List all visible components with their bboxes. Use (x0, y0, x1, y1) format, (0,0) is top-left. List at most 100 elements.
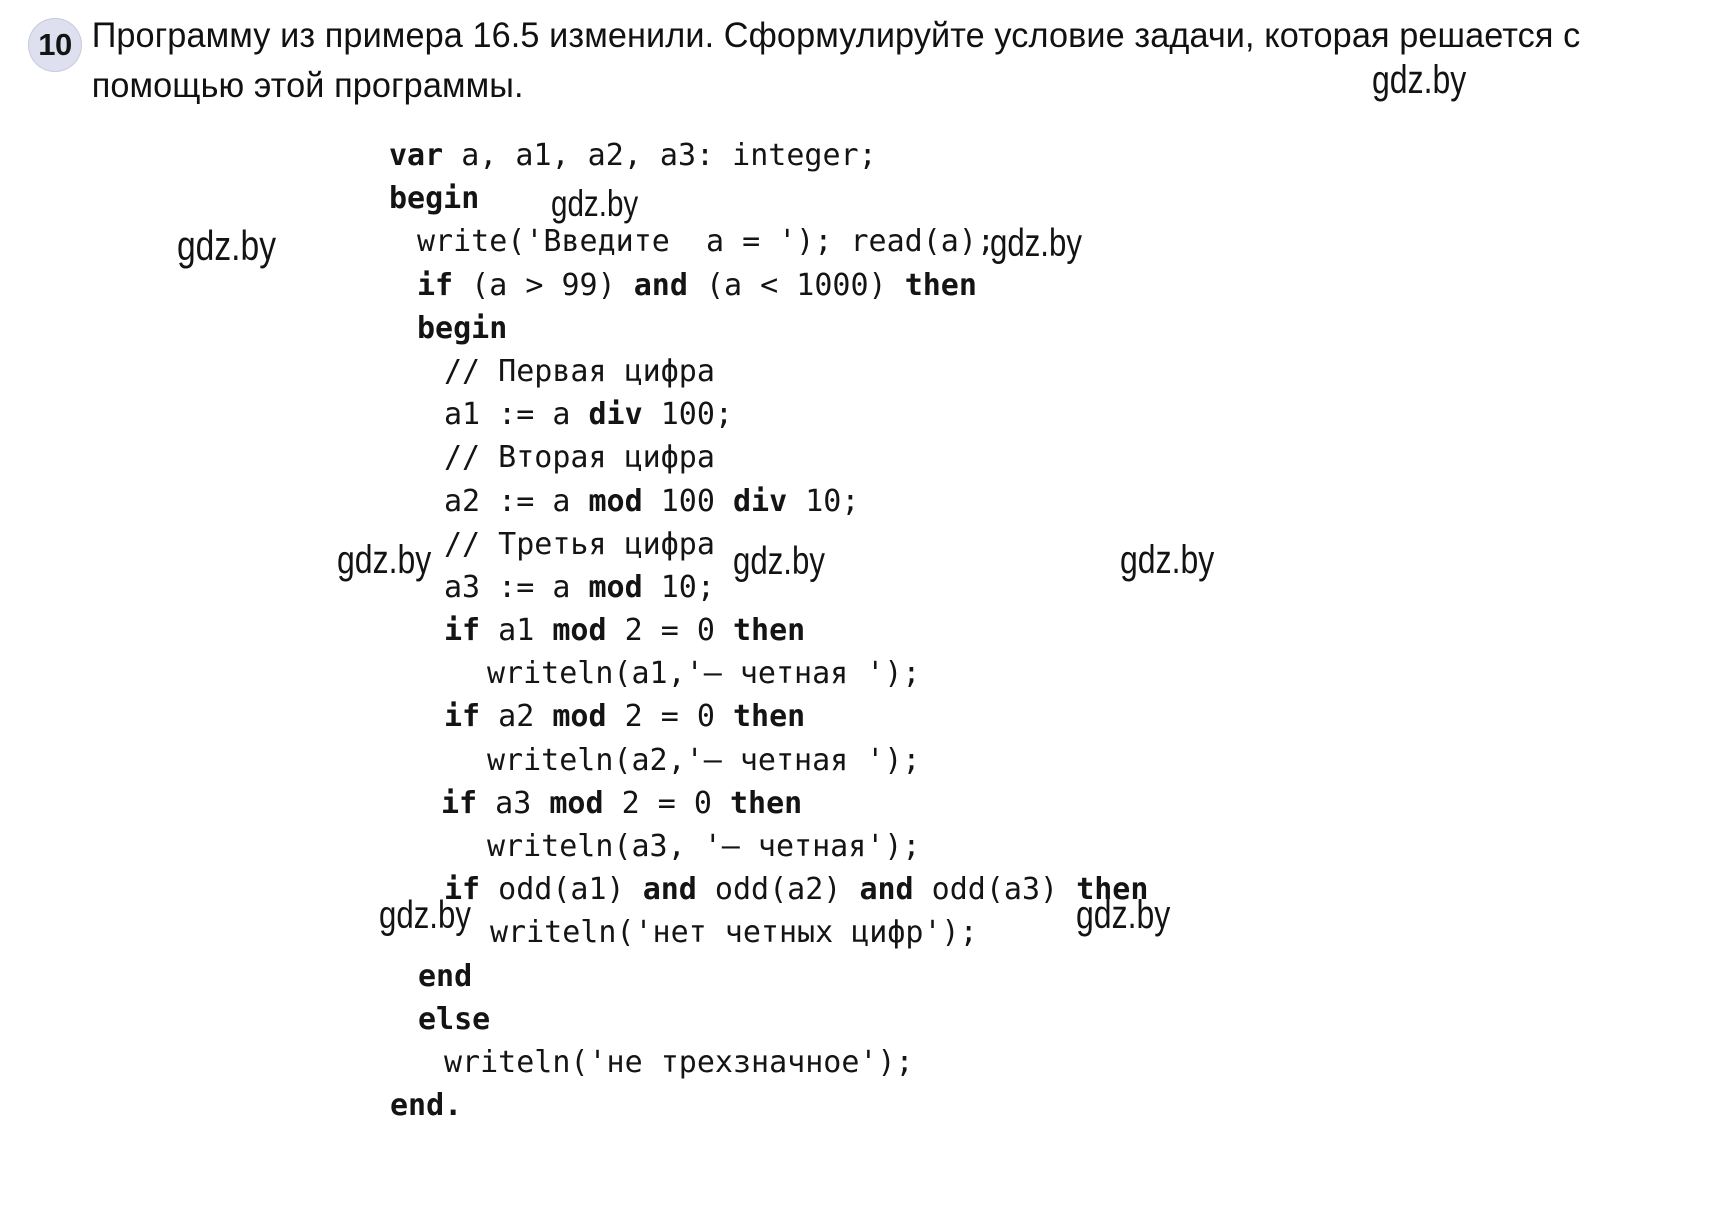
code-line-text: writeln('нет четных цифр'); (490, 911, 978, 954)
code-text: a1 := a (444, 397, 589, 433)
code-keyword: end. (390, 1088, 463, 1124)
code-text: writeln(a2,'— четная '); (487, 742, 921, 778)
code-keyword: var (389, 138, 444, 173)
code-keyword: then (733, 699, 806, 735)
code-keyword: if (444, 699, 481, 735)
code-line-text: // Первая цифра (444, 350, 715, 393)
code-keyword: mod (549, 785, 604, 821)
code-line-text: writeln(a3, '— четная'); (487, 825, 920, 868)
code-text: a2 (480, 699, 553, 735)
code-keyword: then (730, 785, 803, 821)
code-line: writeln(a1,'— четная '); (0, 652, 1713, 695)
code-text: (a < 1000) (687, 267, 905, 303)
code-keyword: if (444, 613, 481, 649)
code-line-text: writeln('не трехзначное'); (444, 1041, 914, 1084)
code-text: 2 = 0 (606, 613, 733, 649)
code-line: writeln(a3, '— четная'); (0, 825, 1713, 868)
code-text: odd(a2) (696, 872, 860, 908)
code-keyword: and (642, 872, 697, 908)
code-line-text: if a2 mod 2 = 0 then (444, 695, 805, 738)
code-line: a2 := a mod 100 div 10; (0, 480, 1713, 523)
code-keyword: if (444, 872, 481, 908)
code-text: 100 (642, 483, 733, 519)
code-text: (a > 99) (453, 267, 634, 303)
code-line-text: a2 := a mod 100 div 10; (444, 480, 859, 523)
code-keyword: else (418, 1001, 491, 1037)
code-line-text: writeln(a1,'— четная '); (487, 652, 920, 695)
code-text: a3 (477, 785, 550, 821)
code-text: // Третья цифра (444, 526, 715, 562)
code-line: write('Введите a = '); read(a); (0, 220, 1713, 263)
code-line-text: a3 := a mod 10; (444, 566, 715, 609)
code-keyword: then (904, 267, 977, 303)
code-line-text: end. (390, 1084, 462, 1127)
code-line: a1 := a div 100; (0, 393, 1713, 436)
code-line: a3 := a mod 10; (0, 566, 1713, 609)
code-line: var a, a1, a2, a3: integer; (0, 134, 1713, 177)
code-keyword: mod (552, 613, 607, 649)
code-line: if a3 mod 2 = 0 then (0, 782, 1713, 825)
code-line: writeln('не трехзначное'); (0, 1041, 1713, 1084)
code-line: begin (0, 307, 1713, 350)
code-keyword: and (633, 267, 688, 303)
code-line: else (0, 998, 1713, 1041)
pascal-code-listing: var a, a1, a2, a3: integer; begin write('В… (0, 134, 1713, 1127)
code-keyword: div (588, 397, 643, 433)
code-line: end (0, 955, 1713, 998)
code-keyword: begin (417, 310, 508, 346)
code-line: end. (0, 1084, 1713, 1127)
code-line-text: write('Введите a = '); read(a); (417, 220, 995, 263)
code-keyword: mod (588, 483, 643, 519)
code-keyword: and (859, 872, 914, 908)
code-text: // Вторая цифра (444, 440, 715, 476)
code-keyword: begin (389, 181, 480, 217)
code-line: // Первая цифра (0, 350, 1713, 393)
code-line: if odd(a1) and odd(a2) and odd(a3) then (0, 868, 1713, 911)
code-text: 10; (787, 483, 860, 519)
code-keyword: div (733, 483, 788, 519)
code-keyword: if (417, 267, 454, 303)
code-text: writeln(a1,'— четная '); (487, 656, 921, 692)
code-keyword: then (733, 613, 806, 649)
code-text: write('Введите a = '); read(a); (417, 224, 995, 260)
code-line-text: // Третья цифра (444, 523, 715, 566)
task-statement-text: Программу из примера 16.5 изменили. Сфор… (91, 15, 1591, 105)
code-text: 100; (642, 397, 733, 433)
code-line-text: if a1 mod 2 = 0 then (444, 609, 805, 652)
code-line: if a1 mod 2 = 0 then (0, 609, 1713, 652)
code-line: writeln('нет четных цифр'); (0, 911, 1713, 954)
code-text: 2 = 0 (603, 785, 730, 821)
code-text: odd(a1) (480, 872, 643, 908)
code-line: // Третья цифра (0, 523, 1713, 566)
code-text: a2 := a (444, 483, 589, 519)
code-text: writeln(a3, '— четная'); (487, 829, 921, 864)
code-keyword: if (441, 785, 478, 821)
code-line-text: begin (389, 177, 479, 220)
code-text: a1 (480, 613, 553, 649)
code-keyword: mod (588, 569, 643, 605)
code-line: if (a > 99) and (a < 1000) then (0, 264, 1713, 307)
page-canvas: 10 Программу из примера 16.5 изменили. С… (0, 0, 1713, 1229)
code-line: writeln(a2,'— четная '); (0, 739, 1713, 782)
code-text: a, a1, a2, a3: integer; (443, 138, 877, 173)
code-line: begin (0, 177, 1713, 220)
code-keyword: mod (552, 699, 607, 735)
code-line-text: if odd(a1) and odd(a2) and odd(a3) then (444, 868, 1148, 911)
code-line: if a2 mod 2 = 0 then (0, 695, 1713, 738)
code-text: // Первая цифра (444, 353, 715, 389)
code-line-text: // Вторая цифра (444, 436, 715, 479)
code-line: // Вторая цифра (0, 436, 1713, 479)
code-keyword: then (1076, 872, 1149, 908)
code-text: 10; (642, 569, 715, 605)
code-line-text: end (418, 955, 472, 998)
code-text: 2 = 0 (606, 699, 733, 735)
task-header: 10 Программу из примера 16.5 изменили. С… (28, 10, 1688, 110)
code-line-text: writeln(a2,'— четная '); (487, 739, 920, 782)
code-line-text: begin (417, 307, 507, 350)
code-line-text: var a, a1, a2, a3: integer; (389, 134, 877, 177)
code-text: a3 := a (444, 569, 589, 605)
code-text: writeln('не трехзначное'); (444, 1044, 914, 1080)
code-line-text: a1 := a div 100; (444, 393, 733, 436)
code-text: writeln('нет четных цифр'); (490, 915, 978, 951)
code-text: odd(a3) (913, 872, 1077, 908)
